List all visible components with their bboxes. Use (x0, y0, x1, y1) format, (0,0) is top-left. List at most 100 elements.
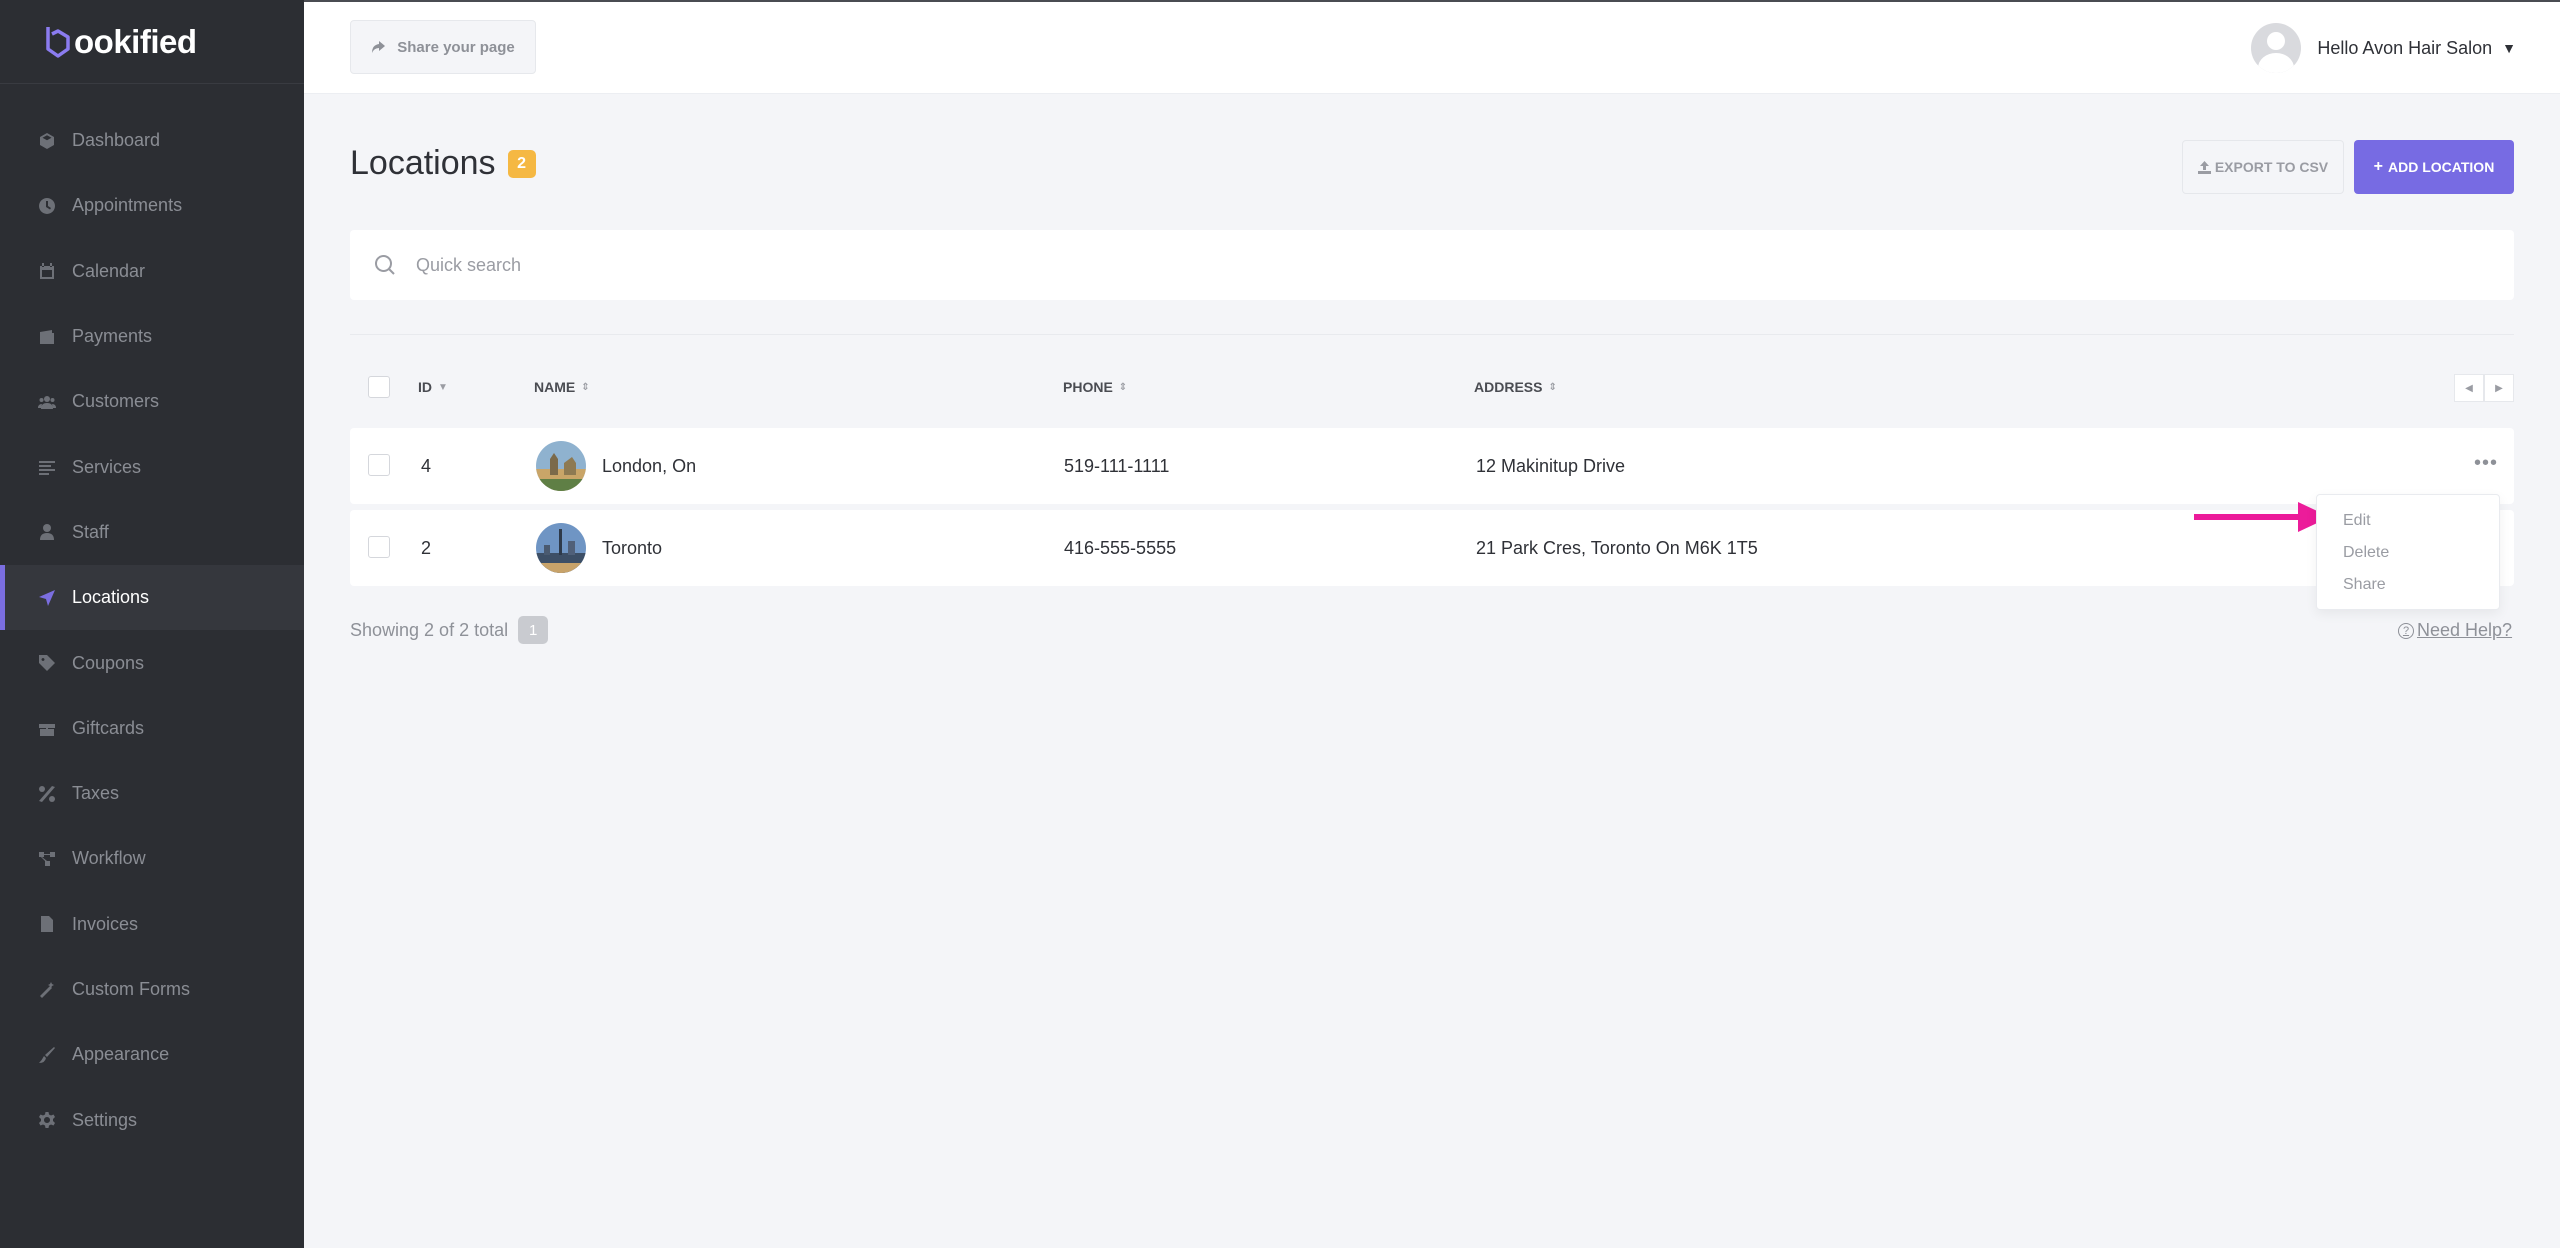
need-help-link[interactable]: ? Need Help? (2398, 620, 2512, 641)
pagination-summary: Showing 2 of 2 total 1 (350, 616, 549, 644)
sidebar-item-custom-forms[interactable]: Custom Forms (0, 957, 304, 1022)
sidebar-item-customers[interactable]: Customers (0, 369, 304, 434)
sidebar-item-payments[interactable]: Payments (0, 304, 304, 369)
workflow-icon (38, 850, 56, 868)
chevron-right-icon[interactable]: ▶ (2484, 374, 2514, 402)
page-title: Locations 2 (350, 144, 536, 183)
sidebar-item-label: Custom Forms (72, 979, 191, 999)
table-header: ID ▼ NAME ⇕ PHONE ⇕ ADDRESS ⇕ ◀ ▶ (350, 362, 2514, 412)
chevron-down-icon: ▼ (2502, 40, 2516, 56)
sidebar-item-appointments[interactable]: Appointments (0, 173, 304, 238)
menu-item-delete[interactable]: Delete (2317, 537, 2499, 569)
logo[interactable]: ookified (0, 0, 304, 84)
sidebar-item-label: Payments (72, 326, 153, 347)
cell-address: 21 Park Cres, Toronto On M6K 1T5 (1476, 537, 1758, 558)
menu-item-edit[interactable]: Edit (2317, 505, 2499, 537)
avatar (2251, 23, 2302, 73)
search-bar (350, 230, 2514, 300)
location-name: London, On (602, 455, 697, 476)
list-icon (38, 458, 56, 476)
sort-icon: ⇕ (1118, 381, 1128, 393)
sidebar-item-label: Giftcards (72, 717, 145, 738)
sidebar-item-settings[interactable]: Settings (0, 1087, 304, 1152)
sidebar-item-label: Invoices (72, 913, 139, 934)
table-row[interactable]: 4 London, On 519-111-1111 12 Makinitup D… (350, 428, 2514, 504)
sidebar-item-dashboard[interactable]: Dashboard (0, 108, 304, 173)
plus-icon: + (2373, 158, 2384, 175)
divider (350, 334, 2514, 335)
cell-name: Toronto (536, 510, 662, 586)
logo-mark-icon (46, 26, 70, 58)
sidebar-item-label: Appointments (72, 195, 183, 216)
user-greeting: Hello Avon Hair Salon (2317, 37, 2493, 58)
location-thumbnail (536, 441, 586, 491)
user-menu[interactable]: Hello Avon Hair Salon ▼ (2251, 22, 2516, 74)
sidebar-item-label: Workflow (72, 848, 146, 869)
sidebar-item-label: Settings (72, 1109, 138, 1130)
calendar-icon (38, 262, 56, 280)
wand-icon (38, 981, 56, 999)
cell-id: 2 (421, 537, 432, 558)
annotation-arrow-icon (2194, 502, 2330, 532)
file-icon (38, 915, 56, 933)
sidebar-item-label: Staff (72, 521, 109, 542)
sidebar-item-coupons[interactable]: Coupons (0, 630, 304, 695)
column-header-name[interactable]: NAME ⇕ (534, 379, 590, 395)
sidebar-item-workflow[interactable]: Workflow (0, 826, 304, 891)
menu-item-share[interactable]: Share (2317, 569, 2499, 601)
cell-address: 12 Makinitup Drive (1476, 455, 1626, 476)
row-checkbox[interactable] (368, 536, 390, 558)
select-all-checkbox[interactable] (368, 376, 390, 398)
user-icon (38, 523, 56, 541)
need-help-label: Need Help? (2417, 620, 2513, 640)
share-page-label: Share your page (397, 38, 515, 56)
sidebar-item-label: Services (72, 456, 142, 477)
percent-icon (38, 785, 56, 803)
table-row[interactable]: 2 Toronto 416-555-5555 21 Park Cres, Tor… (350, 510, 2514, 586)
column-label: ID (418, 379, 432, 395)
cell-phone: 416-555-5555 (1064, 537, 1177, 558)
sort-icon: ⇕ (581, 381, 590, 393)
sidebar-item-label: Coupons (72, 652, 145, 673)
column-label: ADDRESS (1474, 379, 1543, 395)
column-header-address[interactable]: ADDRESS ⇕ (1474, 379, 1557, 395)
clock-icon (38, 197, 56, 215)
sidebar-item-label: Taxes (72, 783, 120, 804)
sidebar-item-locations[interactable]: Locations (0, 565, 304, 631)
chevron-left-icon[interactable]: ◀ (2454, 374, 2484, 402)
cell-id: 4 (421, 455, 432, 476)
add-location-button[interactable]: + ADD LOCATION (2354, 140, 2514, 194)
count-badge: 2 (507, 149, 536, 178)
search-input[interactable] (416, 254, 2316, 276)
sidebar-item-label: Calendar (72, 260, 146, 281)
sort-desc-icon: ▼ (438, 381, 448, 393)
location-name: Toronto (602, 537, 663, 558)
column-header-phone[interactable]: PHONE ⇕ (1063, 379, 1127, 395)
users-icon (38, 393, 56, 411)
sidebar-item-giftcards[interactable]: Giftcards (0, 696, 304, 761)
sidebar-item-services[interactable]: Services (0, 434, 304, 499)
sidebar-item-calendar[interactable]: Calendar (0, 239, 304, 304)
sidebar-item-label: Locations (72, 587, 150, 608)
sidebar-nav: Dashboard Appointments Calendar Payments… (0, 108, 304, 1153)
more-options-icon[interactable]: ••• (2474, 453, 2498, 473)
column-label: NAME (534, 379, 576, 395)
column-header-id[interactable]: ID ▼ (418, 379, 448, 395)
export-csv-button[interactable]: EXPORT TO CSV (2182, 140, 2344, 194)
add-location-label: ADD LOCATION (2388, 159, 2495, 175)
sidebar-item-taxes[interactable]: Taxes (0, 761, 304, 826)
logo-text: ookified (74, 22, 197, 60)
location-thumbnail (536, 523, 586, 573)
gear-icon (38, 1111, 56, 1129)
page-number-button[interactable]: 1 (518, 616, 549, 644)
column-label: PHONE (1063, 379, 1113, 395)
row-actions-menu: Edit Delete Share (2316, 494, 2500, 610)
cell-name: London, On (536, 428, 696, 504)
sidebar-item-staff[interactable]: Staff (0, 500, 304, 565)
share-page-button[interactable]: Share your page (350, 20, 536, 74)
sidebar-item-appearance[interactable]: Appearance (0, 1022, 304, 1087)
upload-icon (2197, 160, 2211, 174)
location-arrow-icon (38, 589, 56, 607)
row-checkbox[interactable] (368, 454, 390, 476)
sidebar-item-invoices[interactable]: Invoices (0, 892, 304, 957)
